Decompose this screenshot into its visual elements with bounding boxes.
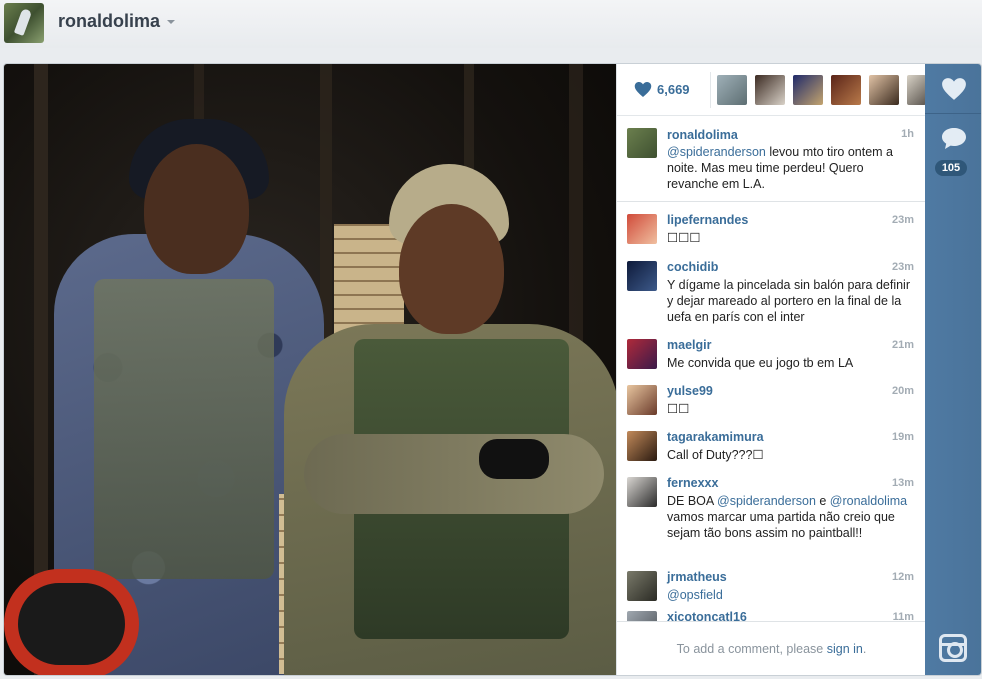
comment-time: 23m <box>891 261 914 273</box>
comment-item: yulse99 20m ☐☐ <box>617 384 926 425</box>
liker-avatar[interactable] <box>831 75 861 105</box>
comment-count-badge: 105 <box>935 160 967 176</box>
comment-time: 21m <box>891 339 914 351</box>
heart-icon <box>942 78 966 100</box>
crossed-arms <box>304 434 604 514</box>
comment-text: @opsfield <box>667 587 915 603</box>
comment-item: tagarakamimura 19m Call of Duty???☐ <box>617 430 926 471</box>
comment-avatar[interactable] <box>627 571 657 601</box>
comment-item: fernexxx 13m DE BOA @spideranderson e @r… <box>617 476 926 567</box>
person-left-vest <box>94 279 274 579</box>
post-photo[interactable] <box>4 64 616 675</box>
comment-time: 12m <box>891 571 914 583</box>
comment-username[interactable]: lipefernandes <box>667 213 748 227</box>
comment-item: lipefernandes 23m ☐☐☐ <box>617 213 926 254</box>
comment-text: DE BOA @spideranderson e @ronaldolima va… <box>667 493 915 541</box>
comment-username[interactable]: tagarakamimura <box>667 430 764 444</box>
comment-username[interactable]: jrmatheus <box>667 570 727 584</box>
person-right-head <box>399 204 504 334</box>
liker-avatar[interactable] <box>907 75 926 105</box>
comment-text: ☐☐ <box>667 402 690 416</box>
comment-body: DE BOA <box>667 494 718 508</box>
comment-avatar[interactable] <box>627 261 657 291</box>
caption-text: @spideranderson levou mto tiro ontem a n… <box>667 144 915 192</box>
liker-avatar[interactable] <box>717 75 747 105</box>
comment-text: ☐☐☐ <box>667 231 701 245</box>
media-card: 6,669 ronaldolima 1h @spideranderson lev… <box>3 63 982 676</box>
mention-link[interactable]: @opsfield <box>667 588 723 602</box>
comment-text: Me convida que eu jogo tb em LA <box>667 356 854 370</box>
liker-avatar[interactable] <box>793 75 823 105</box>
add-comment-suffix: . <box>862 642 867 656</box>
profile-header: ronaldolima <box>0 0 982 48</box>
sign-in-link[interactable]: sign in <box>827 642 863 656</box>
mention-link[interactable]: @ronaldolima <box>830 494 907 508</box>
comment-username[interactable]: maelgir <box>667 338 711 352</box>
comment-time: 23m <box>891 214 914 226</box>
comment-text: Y dígame la pincelada sin balón para def… <box>667 278 910 324</box>
comment-time: 11m <box>892 611 914 621</box>
action-rail: 105 <box>925 64 981 675</box>
comment-item: xicotoncatl16 11m <box>617 610 926 621</box>
likes-count[interactable]: 6,669 <box>657 82 690 97</box>
add-comment-bar: To add a comment, please sign in. <box>617 621 926 675</box>
caption-username[interactable]: ronaldolima <box>667 128 738 142</box>
paintball-mask <box>4 569 139 675</box>
post-caption: ronaldolima 1h @spideranderson levou mto… <box>617 117 926 202</box>
comment-button[interactable]: 105 <box>925 114 981 179</box>
add-comment-prompt: To add a comment, please sign in. <box>617 642 926 656</box>
comment-text: Call of Duty???☐ <box>667 448 764 462</box>
comment-username[interactable]: yulse99 <box>667 384 713 398</box>
heart-icon[interactable] <box>634 81 652 98</box>
comment-time: 13m <box>891 477 914 489</box>
comment-body: vamos marcar uma partida não creio que s… <box>667 510 895 540</box>
comment-avatar[interactable] <box>627 385 657 415</box>
comment-time: 19m <box>891 431 914 443</box>
comment-item: jrmatheus 12m @opsfield <box>617 570 926 611</box>
add-comment-prefix: To add a comment, please <box>676 642 827 656</box>
comment-time: 20m <box>891 385 914 397</box>
mention-link[interactable]: @spideranderson <box>717 494 816 508</box>
caption-time: 1h <box>901 128 914 140</box>
comment-item: maelgir 21m Me convida que eu jogo tb em… <box>617 338 926 379</box>
comment-avatar[interactable] <box>627 214 657 244</box>
instagram-icon[interactable] <box>939 634 967 662</box>
liker-avatar[interactable] <box>869 75 899 105</box>
comment-username[interactable]: cochidib <box>667 260 718 274</box>
glove <box>479 439 549 479</box>
likes-bar: 6,669 <box>617 64 926 116</box>
profile-avatar[interactable] <box>4 3 44 43</box>
comment-username[interactable]: fernexxx <box>667 476 718 490</box>
comment-username[interactable]: xicotoncatl16 <box>667 610 747 621</box>
person-left-head <box>144 144 249 274</box>
comment-avatar[interactable] <box>627 339 657 369</box>
comment-item: cochidib 23m Y dígame la pincelada sin b… <box>617 260 926 336</box>
divider <box>710 72 711 108</box>
comments-panel: 6,669 ronaldolima 1h @spideranderson lev… <box>616 64 926 675</box>
speech-bubble-icon <box>942 128 966 149</box>
profile-username[interactable]: ronaldolima <box>58 11 160 32</box>
comment-body: e <box>815 494 830 508</box>
comment-avatar[interactable] <box>627 431 657 461</box>
chevron-down-icon[interactable] <box>167 20 175 24</box>
like-button[interactable] <box>925 64 981 114</box>
liker-avatar[interactable] <box>755 75 785 105</box>
comment-avatar[interactable] <box>627 611 657 621</box>
caption-avatar[interactable] <box>627 128 657 158</box>
mention-link[interactable]: @spideranderson <box>667 145 766 159</box>
comment-list[interactable]: lipefernandes 23m ☐☐☐ cochidib 23m Y díg… <box>617 204 926 621</box>
comment-avatar[interactable] <box>627 477 657 507</box>
